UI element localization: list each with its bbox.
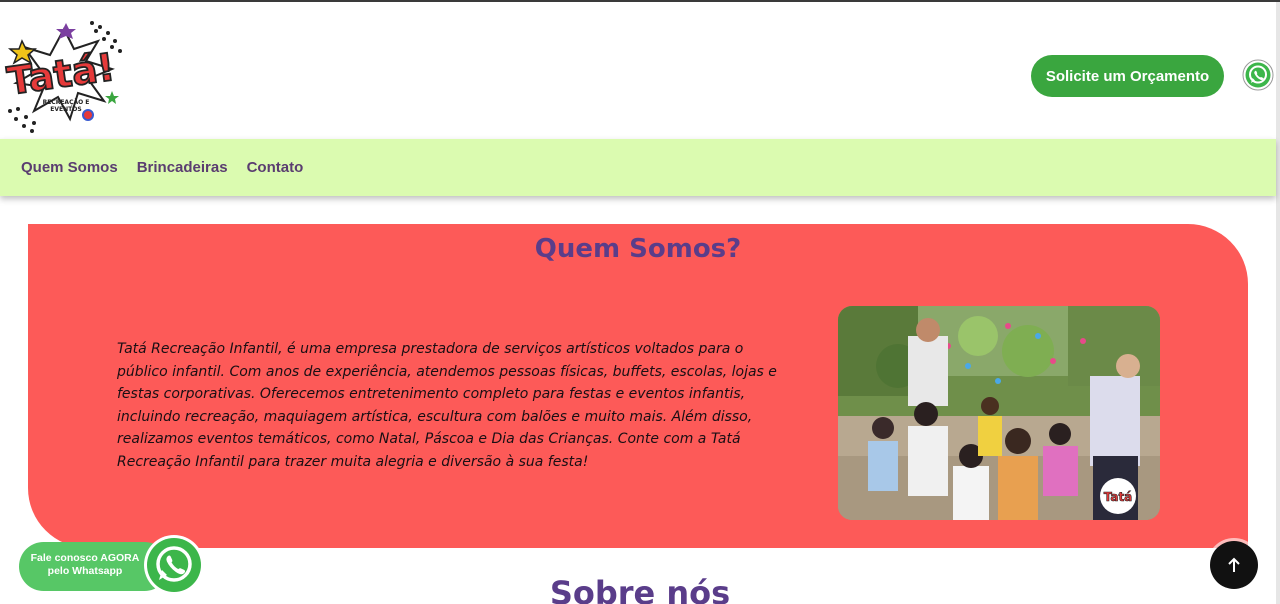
about-text: Tatá Recreação Infantil, é uma empresa p…	[117, 341, 777, 470]
kids-party-photo: Tatá	[838, 306, 1160, 520]
back-to-top-button[interactable]	[1210, 541, 1258, 589]
whatsapp-float-line1: Fale conosco AGORA	[30, 552, 140, 564]
whatsapp-float-line2: pelo Whatsapp	[47, 565, 123, 577]
photo-logo-badge: Tatá	[1104, 490, 1133, 504]
whatsapp-icon[interactable]	[1242, 59, 1274, 91]
request-quote-button[interactable]: Solicite um Orçamento	[1031, 55, 1224, 97]
site-header: Tatá! RECREAÇÃO E EVENTOS Solicite um Or…	[0, 2, 1276, 139]
nav-item-contato[interactable]: Contato	[247, 159, 304, 176]
scrollbar[interactable]	[1276, 2, 1280, 604]
brand-logo[interactable]: Tatá! RECREAÇÃO E EVENTOS	[0, 11, 128, 139]
main-nav: Quem Somos Brincadeiras Contato	[0, 139, 1276, 196]
nav-item-brincadeiras[interactable]: Brincadeiras	[137, 159, 228, 176]
whatsapp-float-button[interactable]: Fale conosco AGORA pelo Whatsapp	[19, 534, 209, 596]
nav-item-quem-somos[interactable]: Quem Somos	[21, 159, 118, 176]
whatsapp-icon[interactable]	[143, 534, 205, 596]
svg-text:RECREAÇÃO E: RECREAÇÃO E	[43, 99, 90, 106]
about-title: Quem Somos?	[534, 234, 742, 264]
arrow-up-icon	[1228, 557, 1240, 572]
svg-text:EVENTOS: EVENTOS	[50, 106, 81, 113]
about-card: Quem Somos? Tatá Recreação Infantil, é u…	[28, 224, 1248, 548]
